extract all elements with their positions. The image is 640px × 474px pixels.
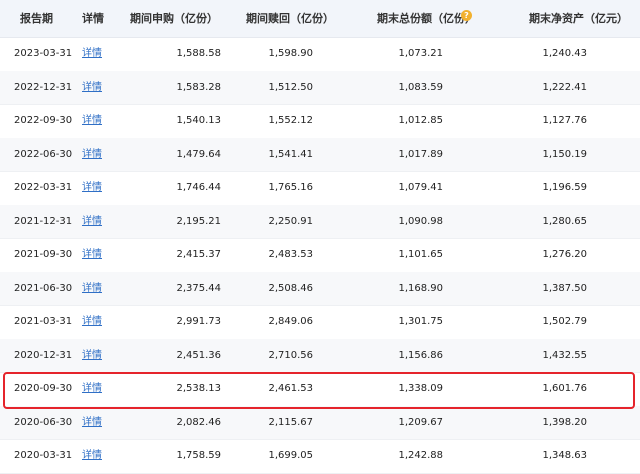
cell-redemption: 1,765.16 [268,182,313,193]
table-row: 2020-03-31 详情 1,758.59 1,699.05 1,242.88 1,34… [0,439,640,474]
detail-link[interactable]: 详情 [79,372,105,406]
detail-link[interactable]: 详情 [79,406,105,440]
cell-report-period: 2020-12-31 [14,349,73,361]
detail-link[interactable]: 详情 [79,104,105,138]
header-net-assets: 期末净资产（亿元） [529,12,628,25]
table-row: 2021-03-31 详情 2,991.73 2,849.06 1,301.75 1,50… [0,305,640,340]
table-row: 2022-03-31 详情 1,746.44 1,765.16 1,079.41 1,19… [0,171,640,206]
cell-total-shares: 1,168.90 [398,282,443,294]
cell-total-shares: 1,073.21 [398,48,443,59]
detail-link[interactable]: 详情 [79,205,105,239]
cell-subscription: 1,583.28 [176,81,221,93]
table-row: 2020-09-30 详情 2,538.13 2,461.53 1,338.09 1,60… [0,372,640,407]
detail-link[interactable]: 详情 [79,305,105,339]
cell-total-shares: 1,101.65 [398,249,443,260]
cell-redemption: 1,552.12 [268,115,313,126]
cell-redemption: 2,115.67 [268,416,313,428]
cell-redemption: 2,461.53 [268,383,313,394]
cell-total-shares: 1,338.09 [398,383,443,394]
detail-link[interactable]: 详情 [79,439,105,473]
help-icon[interactable]: ? [461,10,472,21]
header-subscription: 期间申购（亿份） [130,12,218,25]
detail-link[interactable]: 详情 [79,37,105,71]
cell-subscription: 2,415.37 [176,249,221,260]
cell-subscription: 1,758.59 [176,450,221,461]
cell-redemption: 2,250.91 [268,215,313,227]
cell-subscription: 1,479.64 [176,148,221,160]
detail-link[interactable]: 详情 [79,238,105,272]
cell-net-assets: 1,348.63 [542,450,587,461]
cell-redemption: 1,598.90 [268,48,313,59]
cell-report-period: 2020-06-30 [14,416,73,428]
cell-net-assets: 1,276.20 [542,249,587,260]
cell-report-period: 2021-03-31 [14,316,73,327]
table-header: 报告期 详情 期间申购（亿份） 期间赎回（亿份） 期末总份额（亿份） ? 期末净… [0,0,640,38]
cell-total-shares: 1,079.41 [398,182,443,193]
header-redemption: 期间赎回（亿份） [246,12,334,25]
cell-report-period: 2022-09-30 [14,115,73,126]
cell-subscription: 2,991.73 [176,316,221,327]
table-row: 2022-12-31 详情 1,583.28 1,512.50 1,083.59 1,22… [0,70,640,105]
cell-total-shares: 1,012.85 [398,115,443,126]
cell-redemption: 1,541.41 [268,148,313,160]
detail-link[interactable]: 详情 [79,339,105,373]
table-row: 2022-06-30 详情 1,479.64 1,541.41 1,017.89 1,15… [0,137,640,172]
cell-subscription: 2,082.46 [176,416,221,428]
cell-net-assets: 1,502.79 [542,316,587,327]
cell-net-assets: 1,150.19 [542,148,587,160]
cell-subscription: 2,538.13 [176,383,221,394]
table-row: 2023-03-31 详情 1,588.58 1,598.90 1,073.21 1,24… [0,37,640,72]
cell-total-shares: 1,017.89 [398,148,443,160]
cell-subscription: 2,195.21 [176,215,221,227]
table-row: 2021-06-30 详情 2,375.44 2,508.46 1,168.90 1,38… [0,271,640,306]
cell-subscription: 2,375.44 [176,282,221,294]
cell-net-assets: 1,280.65 [542,215,587,227]
fund-share-table: 报告期 详情 期间申购（亿份） 期间赎回（亿份） 期末总份额（亿份） ? 期末净… [0,0,640,474]
detail-link[interactable]: 详情 [79,272,105,306]
cell-redemption: 1,699.05 [268,450,313,461]
cell-subscription: 1,540.13 [176,115,221,126]
cell-net-assets: 1,240.43 [542,48,587,59]
cell-net-assets: 1,398.20 [542,416,587,428]
header-report-period: 报告期 [20,12,53,25]
cell-redemption: 1,512.50 [268,81,313,93]
cell-redemption: 2,508.46 [268,282,313,294]
cell-report-period: 2021-06-30 [14,282,73,294]
cell-net-assets: 1,387.50 [542,282,587,294]
cell-total-shares: 1,090.98 [398,215,443,227]
cell-total-shares: 1,083.59 [398,81,443,93]
cell-redemption: 2,710.56 [268,349,313,361]
cell-redemption: 2,849.06 [268,316,313,327]
detail-link[interactable]: 详情 [79,171,105,205]
cell-total-shares: 1,301.75 [398,316,443,327]
cell-report-period: 2022-12-31 [14,81,73,93]
cell-report-period: 2020-03-31 [14,450,73,461]
table-row: 2020-06-30 详情 2,082.46 2,115.67 1,209.67 1,39… [0,405,640,440]
cell-report-period: 2021-09-30 [14,249,73,260]
table-row: 2020-12-31 详情 2,451.36 2,710.56 1,156.86 1,43… [0,338,640,373]
header-detail: 详情 [82,12,104,25]
table-row: 2021-09-30 详情 2,415.37 2,483.53 1,101.65 1,27… [0,238,640,273]
cell-redemption: 2,483.53 [268,249,313,260]
detail-link[interactable]: 详情 [79,71,105,105]
cell-subscription: 1,746.44 [176,182,221,193]
cell-report-period: 2023-03-31 [14,48,73,59]
table-row: 2021-12-31 详情 2,195.21 2,250.91 1,090.98 1,28… [0,204,640,239]
cell-report-period: 2021-12-31 [14,215,73,227]
cell-total-shares: 1,209.67 [398,416,443,428]
detail-link[interactable]: 详情 [79,138,105,172]
cell-net-assets: 1,127.76 [542,115,587,126]
cell-net-assets: 1,601.76 [542,383,587,394]
table-row: 2022-09-30 详情 1,540.13 1,552.12 1,012.85 1,12… [0,104,640,139]
cell-report-period: 2020-09-30 [14,383,73,394]
cell-net-assets: 1,196.59 [542,182,587,193]
cell-report-period: 2022-06-30 [14,148,73,160]
cell-total-shares: 1,156.86 [398,349,443,361]
cell-net-assets: 1,222.41 [542,81,587,93]
cell-subscription: 2,451.36 [176,349,221,361]
cell-report-period: 2022-03-31 [14,182,73,193]
cell-net-assets: 1,432.55 [542,349,587,361]
cell-subscription: 1,588.58 [176,48,221,59]
cell-total-shares: 1,242.88 [398,450,443,461]
